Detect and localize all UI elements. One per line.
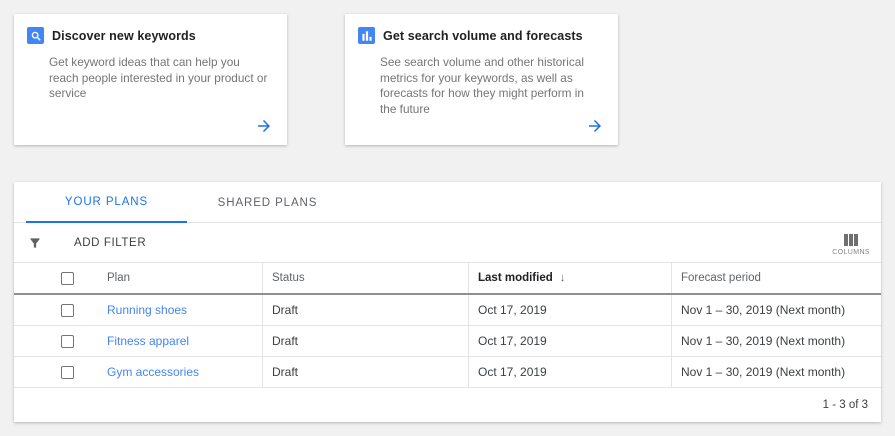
plans-panel: YOUR PLANS SHARED PLANS ADD FILTER COLUM… xyxy=(14,182,881,422)
columns-button[interactable]: COLUMNS xyxy=(832,230,870,256)
search-volume-card[interactable]: Get search volume and forecasts See sear… xyxy=(345,14,618,145)
row-checkbox[interactable] xyxy=(61,366,74,379)
column-header-forecast-period-label: Forecast period xyxy=(681,272,761,284)
card-description: Get keyword ideas that can help you reac… xyxy=(49,55,271,102)
plan-cell: Gym accessories xyxy=(14,357,262,387)
card-title: Get search volume and forecasts xyxy=(383,29,583,43)
column-header-plan[interactable]: Plan xyxy=(107,272,130,284)
arrow-forward-icon[interactable] xyxy=(254,116,274,136)
row-checkbox[interactable] xyxy=(61,304,74,317)
forecast-period-cell: Nov 1 – 30, 2019 (Next month) xyxy=(671,357,881,387)
last-modified-cell: Oct 17, 2019 xyxy=(468,357,671,387)
row-checkbox[interactable] xyxy=(61,335,74,348)
pagination-label: 1 - 3 of 3 xyxy=(823,399,868,411)
card-title: Discover new keywords xyxy=(52,29,196,43)
filter-toolbar: ADD FILTER COLUMNS xyxy=(14,223,881,263)
plan-link[interactable]: Running shoes xyxy=(107,303,187,317)
search-icon xyxy=(27,27,44,44)
table-row: Fitness apparel Draft Oct 17, 2019 Nov 1… xyxy=(14,326,881,357)
status-cell: Draft xyxy=(262,295,468,325)
discover-keywords-card[interactable]: Discover new keywords Get keyword ideas … xyxy=(14,14,287,145)
tab-your-plans[interactable]: YOUR PLANS xyxy=(26,182,187,223)
forecast-period-cell: Nov 1 – 30, 2019 (Next month) xyxy=(671,326,881,356)
plan-link[interactable]: Gym accessories xyxy=(107,365,199,379)
table-header-row: Plan Status Last modified ↓ Forecast per… xyxy=(14,263,881,295)
table-row: Gym accessories Draft Oct 17, 2019 Nov 1… xyxy=(14,357,881,388)
column-header-status-label: Status xyxy=(272,272,305,284)
card-description: See search volume and other historical m… xyxy=(380,55,602,117)
plan-cell: Running shoes xyxy=(14,295,262,325)
column-header-forecast-period[interactable]: Forecast period xyxy=(671,263,881,293)
column-header-last-modified[interactable]: Last modified ↓ xyxy=(468,263,671,293)
bar-chart-icon xyxy=(358,27,375,44)
card-header: Get search volume and forecasts xyxy=(345,14,618,44)
column-header-status[interactable]: Status xyxy=(262,263,468,293)
action-cards: Discover new keywords Get keyword ideas … xyxy=(14,14,618,145)
add-filter-label: ADD FILTER xyxy=(74,237,146,249)
select-all-checkbox[interactable] xyxy=(61,272,74,285)
sort-descending-icon: ↓ xyxy=(560,272,566,284)
plan-cell: Fitness apparel xyxy=(14,326,262,356)
status-cell: Draft xyxy=(262,326,468,356)
forecast-period-cell: Nov 1 – 30, 2019 (Next month) xyxy=(671,295,881,325)
arrow-forward-icon[interactable] xyxy=(585,116,605,136)
columns-label: COLUMNS xyxy=(832,249,870,256)
tab-bar: YOUR PLANS SHARED PLANS xyxy=(14,182,881,223)
last-modified-cell: Oct 17, 2019 xyxy=(468,295,671,325)
table-row: Running shoes Draft Oct 17, 2019 Nov 1 –… xyxy=(14,295,881,326)
status-cell: Draft xyxy=(262,357,468,387)
columns-icon xyxy=(844,234,858,246)
add-filter-button[interactable]: ADD FILTER xyxy=(14,236,146,250)
tab-shared-plans[interactable]: SHARED PLANS xyxy=(187,182,348,223)
column-header-last-modified-label: Last modified xyxy=(478,272,553,284)
last-modified-cell: Oct 17, 2019 xyxy=(468,326,671,356)
header-cell-plan: Plan xyxy=(14,263,262,293)
filter-icon xyxy=(28,236,42,250)
card-header: Discover new keywords xyxy=(14,14,287,44)
plan-link[interactable]: Fitness apparel xyxy=(107,334,189,348)
table-footer: 1 - 3 of 3 xyxy=(14,388,881,422)
